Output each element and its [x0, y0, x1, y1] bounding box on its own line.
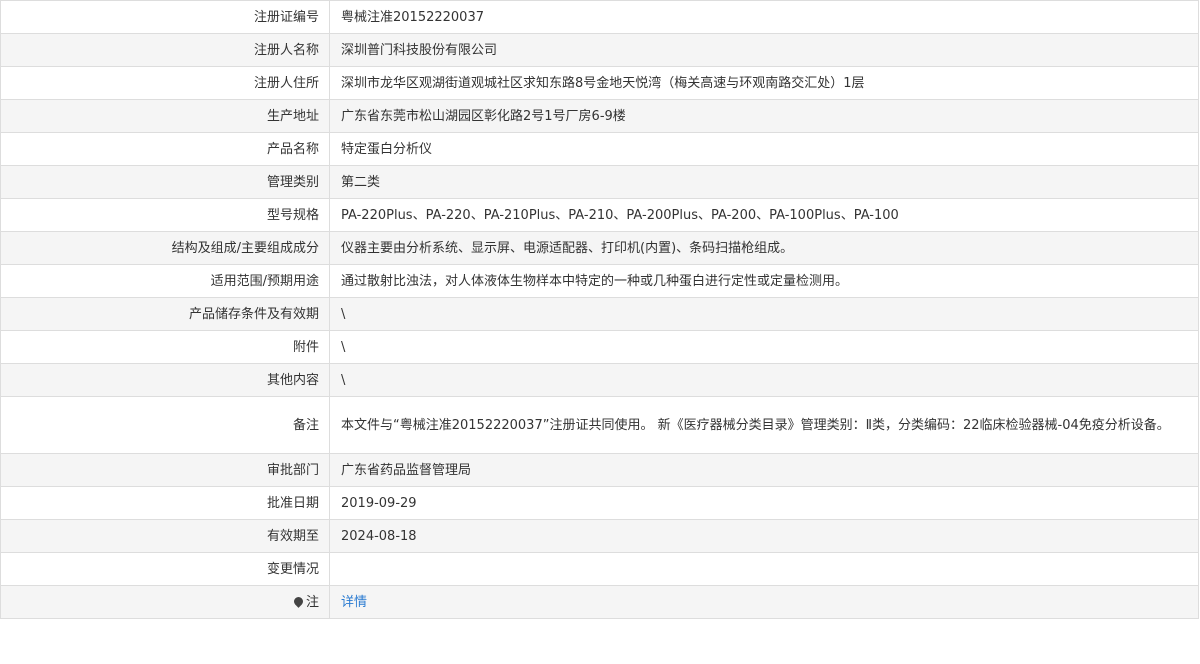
row-label: 注册人住所 — [0, 66, 330, 100]
table-row: 生产地址 广东省东莞市松山湖园区彰化路2号1号厂房6-9楼 — [0, 99, 1199, 133]
table-row: 管理类别 第二类 — [0, 165, 1199, 199]
row-value: 仪器主要由分析系统、显示屏、电源适配器、打印机(内置)、条码扫描枪组成。 — [329, 231, 1199, 265]
row-value — [329, 552, 1199, 586]
row-label: 产品名称 — [0, 132, 330, 166]
row-value: \ — [329, 330, 1199, 364]
row-value: 广东省药品监督管理局 — [329, 453, 1199, 487]
row-label: 型号规格 — [0, 198, 330, 232]
row-value: \ — [329, 363, 1199, 397]
table-row: 备注 本文件与“粤械注准20152220037”注册证共同使用。 新《医疗器械分… — [0, 396, 1199, 454]
table-row: 批准日期 2019-09-29 — [0, 486, 1199, 520]
row-label: 有效期至 — [0, 519, 330, 553]
row-label: 产品储存条件及有效期 — [0, 297, 330, 331]
table-row: 注册人名称 深圳普门科技股份有限公司 — [0, 33, 1199, 67]
row-label: 附件 — [0, 330, 330, 364]
registration-info-table: 注册证编号 粤械注准20152220037 注册人名称 深圳普门科技股份有限公司… — [0, 0, 1199, 619]
table-row: 注册人住所 深圳市龙华区观湖街道观城社区求知东路8号金地天悦湾（梅关高速与环观南… — [0, 66, 1199, 100]
table-row: 型号规格 PA-220Plus、PA-220、PA-210Plus、PA-210… — [0, 198, 1199, 232]
table-row: 产品储存条件及有效期 \ — [0, 297, 1199, 331]
row-label: 变更情况 — [0, 552, 330, 586]
row-value: 粤械注准20152220037 — [329, 0, 1199, 34]
pin-icon — [292, 594, 305, 608]
table-row: 变更情况 — [0, 552, 1199, 586]
row-label: 注册人名称 — [0, 33, 330, 67]
table-row: 适用范围/预期用途 通过散射比浊法，对人体液体生物样本中特定的一种或几种蛋白进行… — [0, 264, 1199, 298]
details-link[interactable]: 详情 — [341, 595, 367, 610]
note-label: 注 — [305, 594, 319, 610]
row-label: 管理类别 — [0, 165, 330, 199]
row-label: 生产地址 — [0, 99, 330, 133]
row-label: 结构及组成/主要组成成分 — [0, 231, 330, 265]
table-row: 审批部门 广东省药品监督管理局 — [0, 453, 1199, 487]
row-value: PA-220Plus、PA-220、PA-210Plus、PA-210、PA-2… — [329, 198, 1199, 232]
row-value: \ — [329, 297, 1199, 331]
row-value: 深圳市龙华区观湖街道观城社区求知东路8号金地天悦湾（梅关高速与环观南路交汇处）1… — [329, 66, 1199, 100]
row-value: 2019-09-29 — [329, 486, 1199, 520]
table-row: 注册证编号 粤械注准20152220037 — [0, 0, 1199, 34]
row-label: 适用范围/预期用途 — [0, 264, 330, 298]
table-row: 产品名称 特定蛋白分析仪 — [0, 132, 1199, 166]
row-value: 深圳普门科技股份有限公司 — [329, 33, 1199, 67]
note-value-cell: 详情 — [329, 585, 1199, 619]
note-row: 注 详情 — [0, 585, 1199, 619]
row-label: 注册证编号 — [0, 0, 330, 34]
table-row: 附件 \ — [0, 330, 1199, 364]
note-label-cell: 注 — [0, 585, 330, 619]
row-label: 审批部门 — [0, 453, 330, 487]
row-label: 其他内容 — [0, 363, 330, 397]
row-label: 批准日期 — [0, 486, 330, 520]
table-row: 结构及组成/主要组成成分 仪器主要由分析系统、显示屏、电源适配器、打印机(内置)… — [0, 231, 1199, 265]
table-row: 有效期至 2024-08-18 — [0, 519, 1199, 553]
table-row: 其他内容 \ — [0, 363, 1199, 397]
row-label: 备注 — [0, 396, 330, 454]
row-value: 广东省东莞市松山湖园区彰化路2号1号厂房6-9楼 — [329, 99, 1199, 133]
row-value: 特定蛋白分析仪 — [329, 132, 1199, 166]
row-value: 第二类 — [329, 165, 1199, 199]
row-value: 本文件与“粤械注准20152220037”注册证共同使用。 新《医疗器械分类目录… — [329, 396, 1199, 454]
row-value: 2024-08-18 — [329, 519, 1199, 553]
row-value: 通过散射比浊法，对人体液体生物样本中特定的一种或几种蛋白进行定性或定量检测用。 — [329, 264, 1199, 298]
